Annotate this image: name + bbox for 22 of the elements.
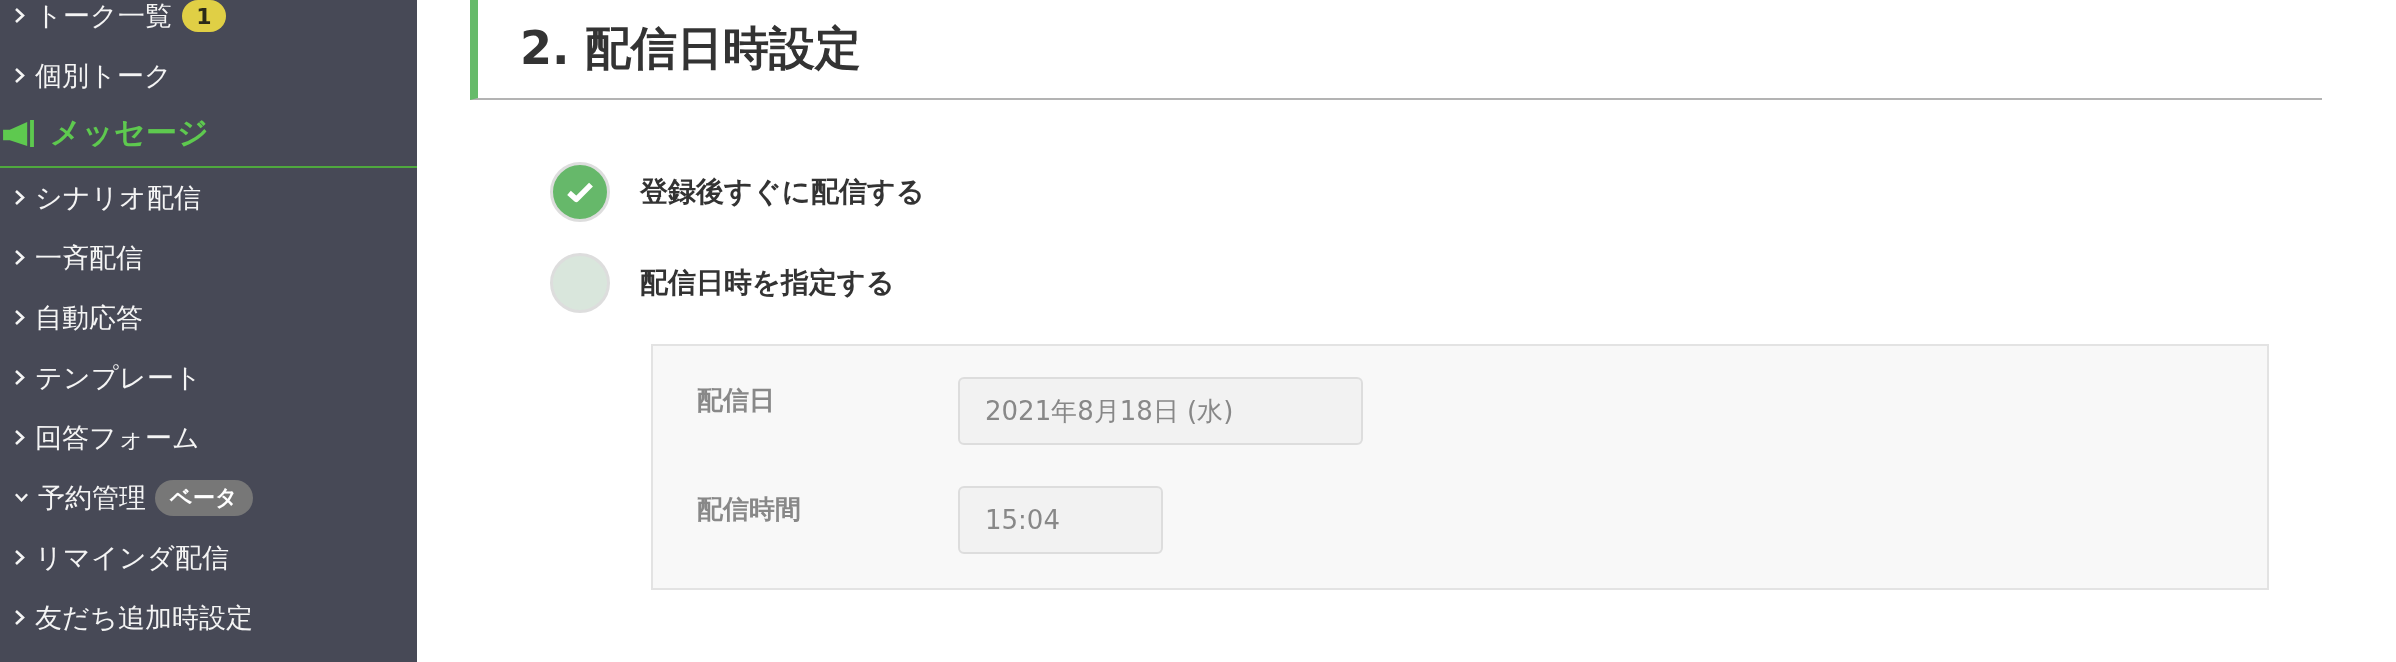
sidebar-link[interactable]: テンプレート	[14, 361, 202, 395]
field-label: 配信日	[697, 384, 776, 417]
sidebar-link[interactable]: 個別トーク	[14, 59, 172, 93]
sidebar-link[interactable]: 友だち追加時設定	[14, 601, 253, 635]
sidebar-link[interactable]: リマインダ配信	[14, 541, 229, 575]
sidebar-link[interactable]: 回答フォーム	[14, 421, 200, 455]
field-label: 配信時間	[697, 493, 802, 526]
megaphone-icon	[3, 119, 34, 147]
label-badge: ベータ	[155, 480, 253, 516]
sidebar-link[interactable]: 一斉配信	[14, 241, 143, 275]
sidebar-link[interactable]: 自動応答	[14, 301, 143, 335]
radio-button[interactable]	[550, 253, 610, 313]
sidebar-link[interactable]: シナリオ配信	[14, 181, 201, 215]
section-heading: メッセージ	[50, 114, 209, 152]
check-icon	[566, 181, 594, 203]
sidebar-link[interactable]: トーク一覧	[14, 0, 172, 33]
count-badge: 1	[182, 0, 226, 32]
sidebar-link[interactable]: 予約管理	[14, 481, 146, 515]
radio-label[interactable]: 登録後すぐに配信する	[640, 175, 925, 209]
radio-label[interactable]: 配信日時を指定する	[640, 266, 895, 300]
radio-button[interactable]	[550, 162, 610, 222]
page-title: 2. 配信日時設定	[520, 21, 862, 77]
